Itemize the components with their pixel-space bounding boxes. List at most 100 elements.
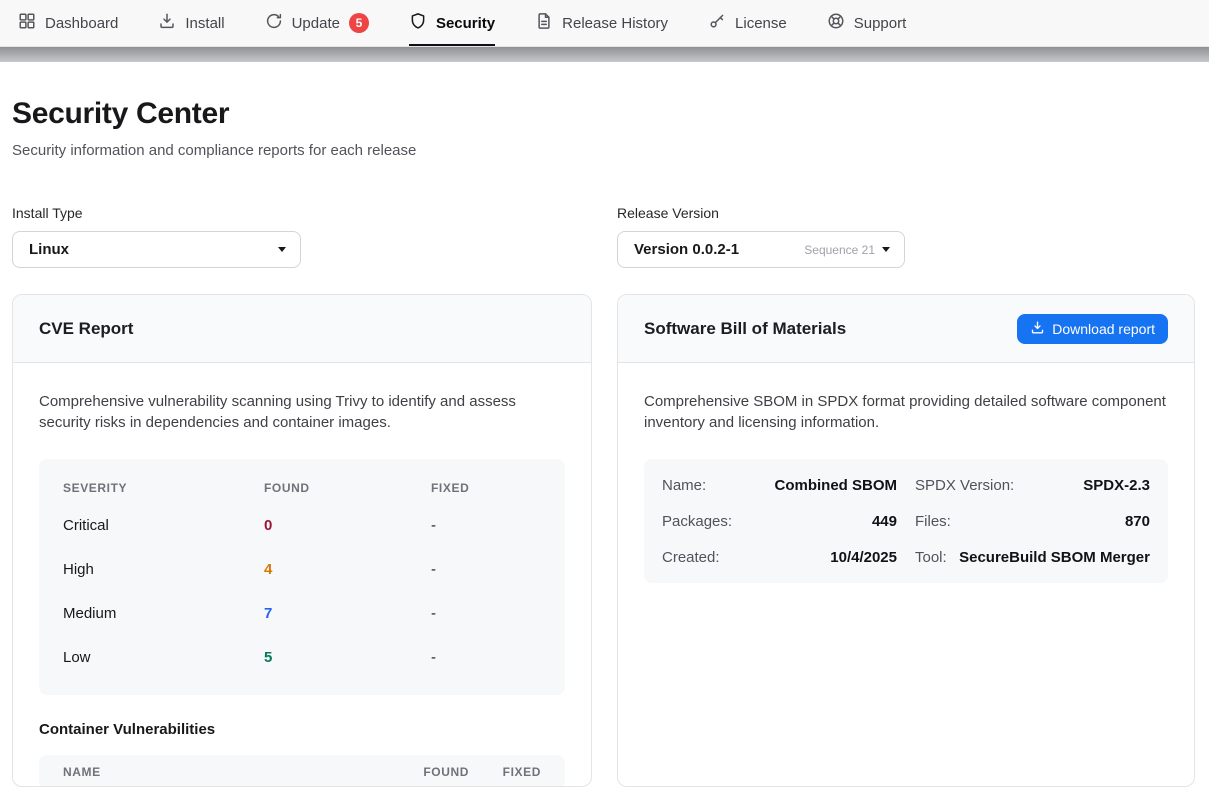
found-count: 0: [264, 517, 431, 534]
update-count-badge: 5: [349, 13, 369, 33]
refresh-icon: [265, 12, 283, 34]
install-type-select[interactable]: Linux: [12, 231, 301, 268]
chevron-down-icon: [882, 247, 890, 252]
table-row-high: High 4 -: [63, 547, 541, 591]
col-severity: SEVERITY: [63, 481, 264, 495]
severity-table-header: SEVERITY FOUND FIXED: [63, 473, 541, 503]
field-value: 449: [872, 513, 897, 530]
fixed-count: -: [431, 561, 541, 578]
install-type-value: Linux: [29, 241, 278, 258]
nav-item-dashboard[interactable]: Dashboard: [18, 0, 118, 46]
cve-report-card: CVE Report Comprehensive vulnerability s…: [12, 294, 592, 787]
found-count: 7: [264, 605, 431, 622]
col-name: NAME: [63, 765, 405, 779]
nav-label: Update: [292, 15, 340, 32]
cve-card-body: Comprehensive vulnerability scanning usi…: [13, 363, 591, 786]
page-subtitle: Security information and compliance repo…: [12, 142, 1195, 159]
shield-icon: [409, 12, 427, 34]
release-version-group: Release Version Version 0.0.2-1 Sequence…: [617, 205, 905, 268]
grid-icon: [18, 12, 36, 34]
lifebuoy-icon: [827, 12, 845, 34]
sbom-packages-cell: Packages: 449: [662, 503, 897, 539]
table-row-critical: Critical 0 -: [63, 503, 541, 547]
field-value: 870: [1125, 513, 1150, 530]
fixed-count: -: [431, 605, 541, 622]
release-version-select[interactable]: Version 0.0.2-1 Sequence 21: [617, 231, 905, 268]
field-label: Created:: [662, 549, 720, 566]
table-row: Name: Combined SBOM SPDX Version: SPDX-2…: [662, 467, 1150, 503]
severity-label: High: [63, 561, 264, 578]
field-label: SPDX Version:: [915, 477, 1014, 494]
field-label: Tool:: [915, 549, 947, 566]
table-row: Created: 10/4/2025 Tool: SecureBuild SBO…: [662, 539, 1150, 575]
chevron-down-icon: [278, 247, 286, 252]
severity-label: Medium: [63, 605, 264, 622]
cards-row: CVE Report Comprehensive vulnerability s…: [12, 294, 1195, 787]
field-value: Combined SBOM: [775, 477, 898, 494]
cve-card-header: CVE Report: [13, 295, 591, 363]
filters-row: Install Type Linux Release Version Versi…: [12, 205, 1195, 268]
field-value: 10/4/2025: [830, 549, 897, 566]
table-row: Packages: 449 Files: 870: [662, 503, 1150, 539]
document-icon: [535, 12, 553, 34]
nav-item-install[interactable]: Install: [158, 0, 224, 46]
sbom-description: Comprehensive SBOM in SPDX format provid…: [644, 391, 1168, 433]
severity-label: Critical: [63, 517, 264, 534]
sbom-card-title: Software Bill of Materials: [644, 319, 846, 339]
main-content: Security Center Security information and…: [0, 96, 1209, 787]
key-icon: [708, 12, 726, 34]
severity-table: SEVERITY FOUND FIXED Critical 0 - High 4…: [39, 459, 565, 695]
nav-item-support[interactable]: Support: [827, 0, 907, 46]
sbom-tool-cell: Tool: SecureBuild SBOM Merger: [915, 539, 1150, 575]
download-icon: [1030, 320, 1045, 338]
nav-label: Install: [185, 15, 224, 32]
col-found: FOUND: [405, 765, 469, 779]
table-row-medium: Medium 7 -: [63, 591, 541, 635]
download-icon: [158, 12, 176, 34]
nav-item-release-history[interactable]: Release History: [535, 0, 668, 46]
container-table-header: NAME FOUND FIXED: [39, 755, 565, 786]
field-label: Files:: [915, 513, 951, 530]
nav-label: Support: [854, 15, 907, 32]
nav-label: License: [735, 15, 787, 32]
sbom-files-cell: Files: 870: [915, 503, 1150, 539]
install-type-group: Install Type Linux: [12, 205, 301, 268]
sbom-card-header: Software Bill of Materials Download repo…: [618, 295, 1194, 363]
install-type-label: Install Type: [12, 205, 301, 221]
top-navigation: Dashboard Install Update 5 Security Rele…: [0, 0, 1209, 47]
sbom-info-table: Name: Combined SBOM SPDX Version: SPDX-2…: [644, 459, 1168, 583]
nav-item-security[interactable]: Security: [409, 0, 495, 46]
release-version-label: Release Version: [617, 205, 905, 221]
page-title: Security Center: [12, 96, 1195, 132]
download-report-label: Download report: [1052, 321, 1155, 337]
severity-label: Low: [63, 649, 264, 666]
field-value: SecureBuild SBOM Merger: [959, 549, 1150, 566]
download-report-button[interactable]: Download report: [1017, 314, 1168, 344]
sbom-created-cell: Created: 10/4/2025: [662, 539, 897, 575]
field-label: Packages:: [662, 513, 732, 530]
field-label: Name:: [662, 477, 706, 494]
nav-label: Dashboard: [45, 15, 118, 32]
release-version-value: Version 0.0.2-1: [634, 241, 804, 258]
col-fixed: FIXED: [431, 481, 541, 495]
found-count: 5: [264, 649, 431, 666]
nav-item-license[interactable]: License: [708, 0, 787, 46]
found-count: 4: [264, 561, 431, 578]
sbom-card: Software Bill of Materials Download repo…: [617, 294, 1195, 787]
cve-card-title: CVE Report: [39, 319, 133, 339]
fixed-count: -: [431, 517, 541, 534]
sbom-spdx-version-cell: SPDX Version: SPDX-2.3: [915, 467, 1150, 503]
sequence-label: Sequence 21: [804, 243, 875, 257]
header-divider-band: [0, 47, 1209, 62]
sbom-card-body: Comprehensive SBOM in SPDX format provid…: [618, 363, 1194, 583]
nav-label: Security: [436, 15, 495, 32]
fixed-count: -: [431, 649, 541, 666]
nav-item-update[interactable]: Update 5: [265, 0, 369, 46]
cve-description: Comprehensive vulnerability scanning usi…: [39, 391, 565, 433]
col-fixed: FIXED: [481, 765, 541, 779]
container-vulnerabilities-title: Container Vulnerabilities: [39, 721, 565, 738]
field-value: SPDX-2.3: [1083, 477, 1150, 494]
table-row-low: Low 5 -: [63, 635, 541, 679]
nav-label: Release History: [562, 15, 668, 32]
sbom-name-cell: Name: Combined SBOM: [662, 467, 897, 503]
